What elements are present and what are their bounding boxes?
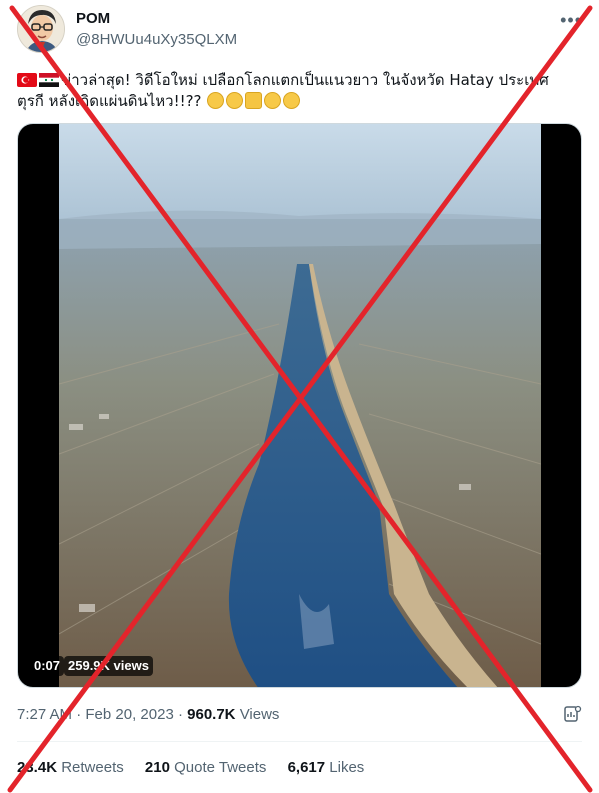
folded-hands-icon xyxy=(245,92,263,109)
video-duration: 0:07 xyxy=(30,656,65,676)
grimacing-face-icon xyxy=(264,92,282,109)
video-view-count: 259.9K views xyxy=(64,656,153,676)
engagement-stats: 23.4K Retweets 210 Quote Tweets 6,617 Li… xyxy=(17,759,381,776)
disappointed-face-icon xyxy=(283,92,301,109)
meta-separator: · xyxy=(177,706,188,723)
tweet-date[interactable]: Feb 20, 2023 xyxy=(85,706,173,723)
views-label: Views xyxy=(239,706,280,723)
tweet-text: ข่าวล่าสุด! วิดีโอใหม่ เปลือกโลกแตกเป็นแ… xyxy=(17,70,582,112)
syria-flag-icon xyxy=(39,72,59,87)
turkey-flag-icon xyxy=(17,72,37,87)
tweet-time[interactable]: 7:27 AM xyxy=(17,706,72,723)
analytics-icon[interactable] xyxy=(562,704,582,724)
user-handle[interactable]: @8HWUu4uXy35QLXM xyxy=(76,31,237,48)
views-count: 960.7K xyxy=(187,706,236,723)
crying-face-icon xyxy=(207,92,225,109)
avatar[interactable] xyxy=(17,5,65,53)
divider xyxy=(17,741,582,742)
tweet-text-line-2: ตุรกี หลังเกิดแผ่นดินไหว!!?? xyxy=(17,92,202,110)
tweet-card[interactable]: POM @8HWUu4uXy35QLXM ••• ข่าวล่าสุด! วิด… xyxy=(0,0,599,793)
video-player[interactable]: 0:07 259.9K views xyxy=(17,123,582,688)
video-frame xyxy=(59,124,541,687)
retweets-stat[interactable]: 23.4K Retweets xyxy=(17,759,124,776)
more-dots-icon[interactable]: ••• xyxy=(560,10,582,31)
likes-stat[interactable]: 6,617 Likes xyxy=(288,759,365,776)
tweet-text-line-1: ข่าวล่าสุด! วิดีโอใหม่ เปลือกโลกแตกเป็นแ… xyxy=(61,71,549,89)
quote-tweets-stat[interactable]: 210 Quote Tweets xyxy=(145,759,266,776)
meta-separator: · xyxy=(76,706,86,723)
tweet-meta: 7:27 AM · Feb 20, 2023 · 960.7K Views xyxy=(17,706,279,723)
monocle-face-icon xyxy=(226,92,244,109)
display-name[interactable]: POM xyxy=(76,10,110,27)
